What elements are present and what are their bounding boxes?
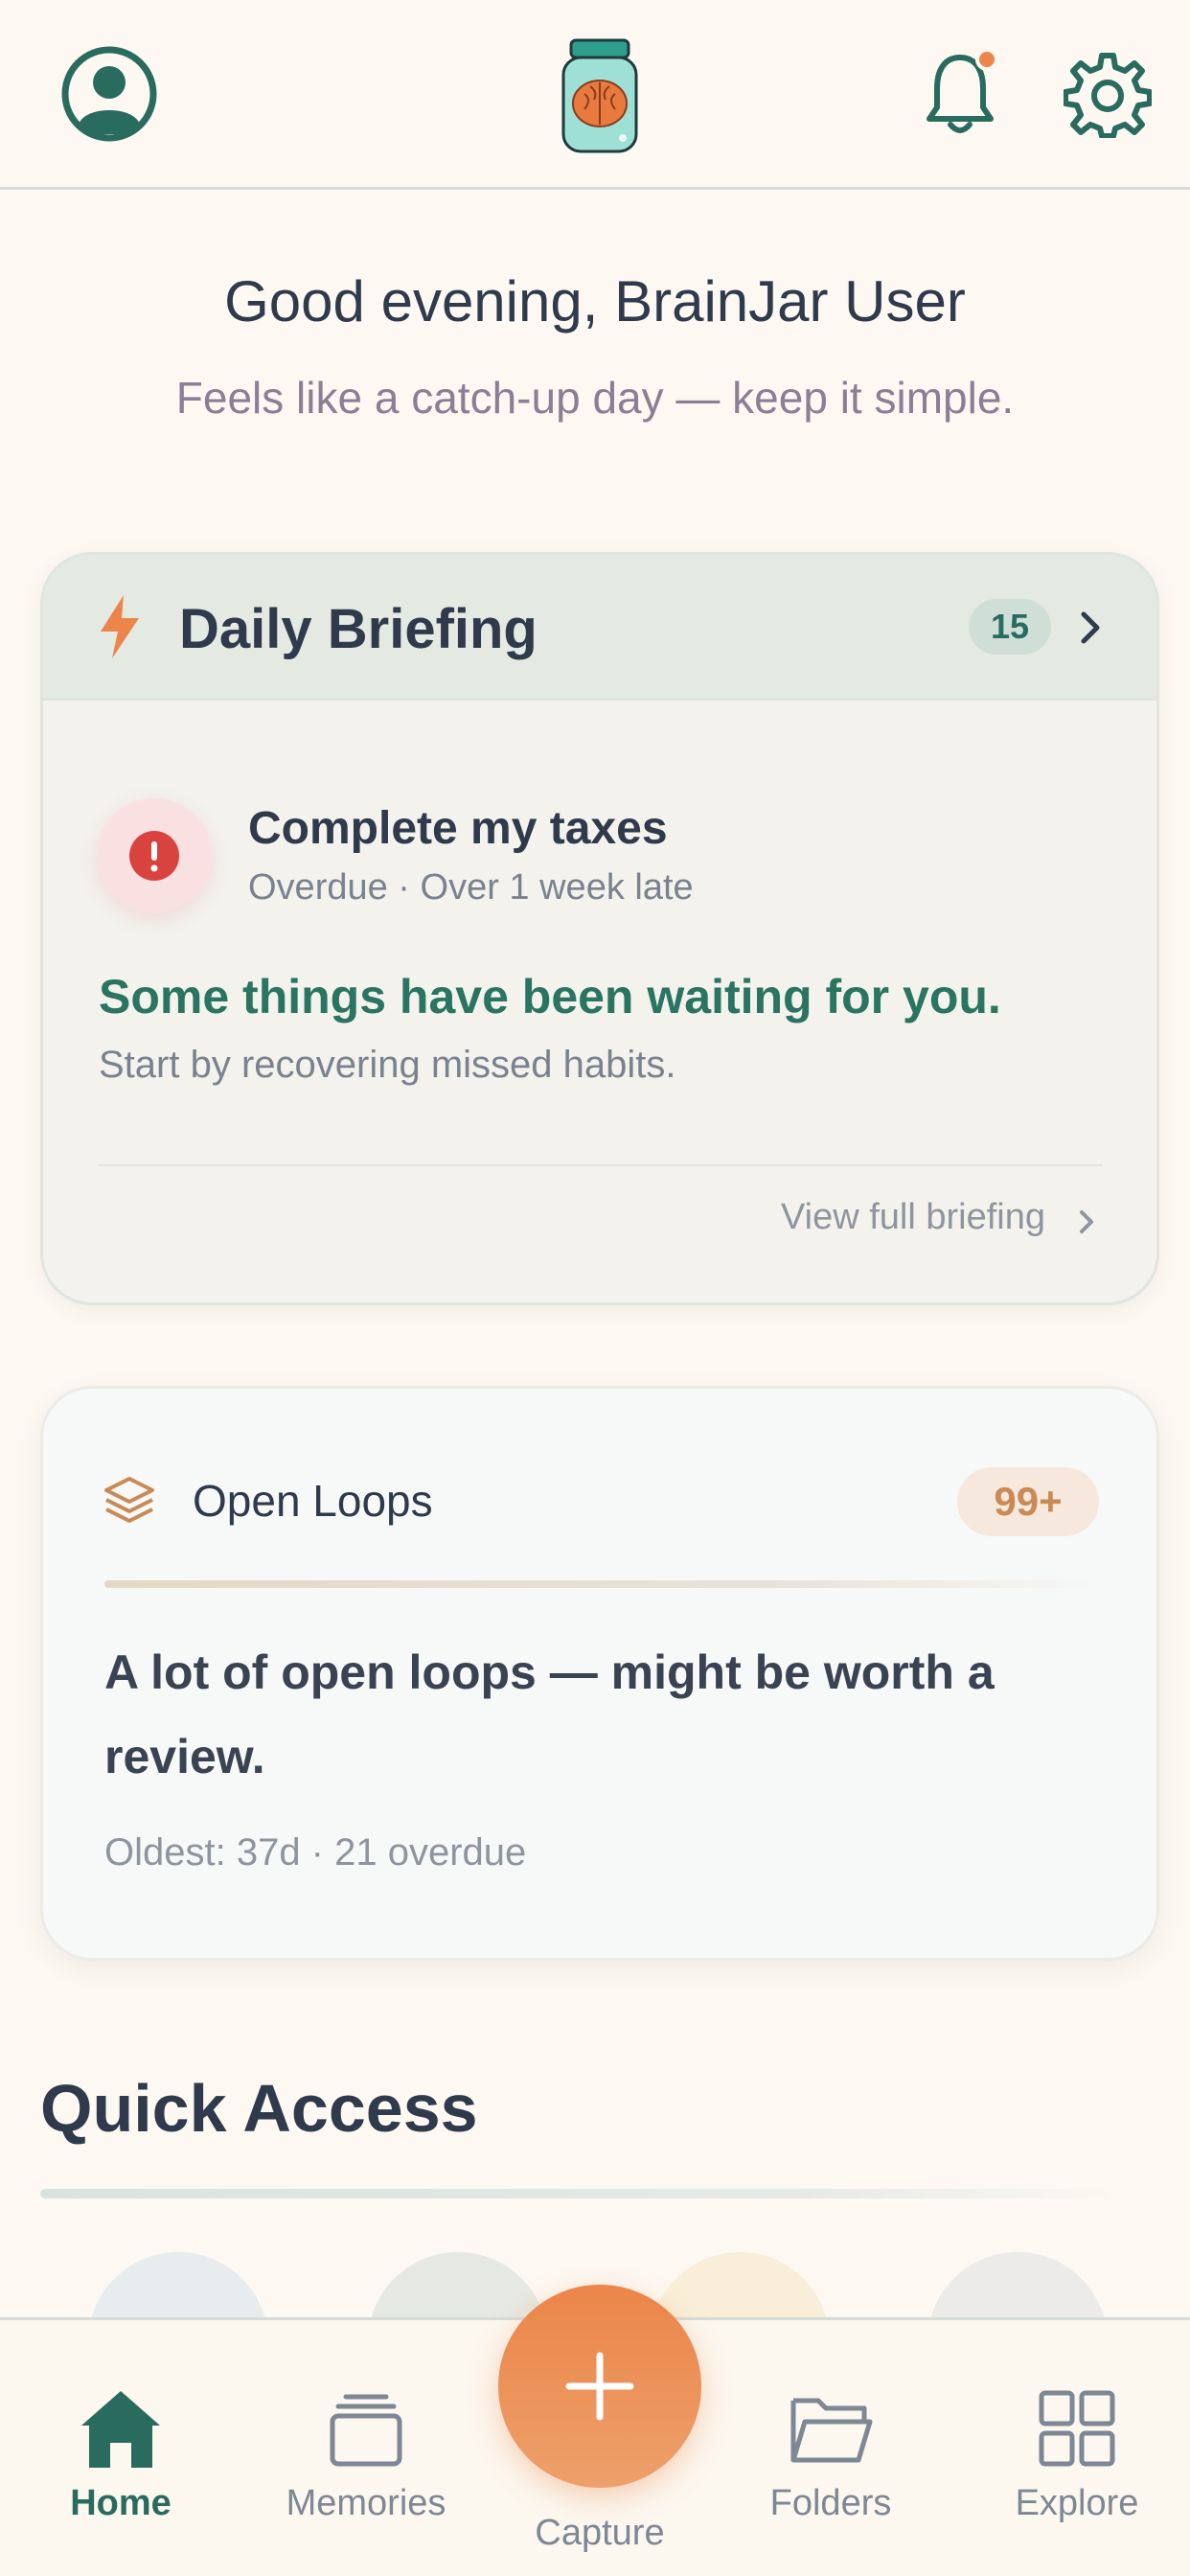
app-logo bbox=[556, 36, 644, 155]
nav-explore[interactable]: Explore bbox=[981, 2387, 1173, 2541]
profile-button[interactable] bbox=[59, 44, 159, 144]
settings-button[interactable] bbox=[1064, 50, 1152, 138]
gear-icon bbox=[1064, 53, 1152, 138]
top-bar bbox=[0, 0, 1190, 190]
nav-memories-label: Memories bbox=[286, 2483, 446, 2523]
open-loops-count-badge: 99+ bbox=[957, 1467, 1099, 1536]
view-full-briefing-link[interactable]: View full briefing bbox=[781, 1197, 1045, 1238]
greeting-subtitle: Feels like a catch-up day — keep it simp… bbox=[175, 373, 1015, 423]
nav-explore-label: Explore bbox=[1015, 2483, 1139, 2523]
briefing-hint: Start by recovering missed habits. bbox=[99, 1044, 676, 1086]
lightning-icon bbox=[101, 595, 139, 658]
plus-icon bbox=[565, 2352, 634, 2421]
nav-home[interactable]: Home bbox=[25, 2387, 217, 2541]
chevron-right-icon[interactable] bbox=[1076, 1205, 1099, 1239]
open-loops-title: Open Loops bbox=[193, 1476, 433, 1526]
bell-icon bbox=[927, 48, 998, 133]
briefing-count-badge: 15 bbox=[969, 599, 1051, 655]
home-icon bbox=[81, 2391, 160, 2468]
daily-briefing-card[interactable]: Daily Briefing 15 Complete my taxes Over… bbox=[40, 552, 1159, 1305]
layers-icon bbox=[104, 1477, 154, 1523]
grid-icon bbox=[1039, 2390, 1115, 2467]
nav-folders-label: Folders bbox=[769, 2483, 892, 2523]
nav-home-label: Home bbox=[70, 2483, 172, 2523]
briefing-title: Daily Briefing bbox=[179, 598, 538, 660]
quick-access-title: Quick Access bbox=[40, 2071, 478, 2146]
divider bbox=[99, 1164, 1103, 1166]
capture-button[interactable] bbox=[498, 2285, 701, 2488]
brain-jar-icon bbox=[561, 38, 638, 153]
notifications-button[interactable] bbox=[920, 48, 1000, 140]
task-status: Overdue · Over 1 week late bbox=[248, 867, 694, 908]
nav-capture-label: Capture bbox=[535, 2513, 665, 2553]
quick-access-divider bbox=[40, 2189, 1123, 2198]
folder-open-icon bbox=[790, 2398, 873, 2463]
open-loops-divider bbox=[104, 1580, 1101, 1588]
task-title[interactable]: Complete my taxes bbox=[248, 802, 668, 855]
open-loops-message: A lot of open loops — might be worth a r… bbox=[104, 1645, 995, 1783]
open-loops-card[interactable]: Open Loops 99+ A lot of open loops — mig… bbox=[40, 1386, 1159, 1961]
open-loops-meta: Oldest: 37d · 21 overdue bbox=[104, 1831, 527, 1874]
greeting-title: Good evening, BrainJar User bbox=[224, 269, 966, 334]
briefing-header[interactable]: Daily Briefing 15 bbox=[43, 555, 1156, 701]
overdue-alert-badge bbox=[97, 798, 212, 913]
user-circle-icon bbox=[61, 46, 157, 142]
nav-folders[interactable]: Folders bbox=[735, 2387, 927, 2541]
alert-icon bbox=[129, 831, 179, 881]
briefing-message: Some things have been waiting for you. bbox=[99, 970, 1001, 1024]
nav-memories[interactable]: Memories bbox=[270, 2387, 462, 2541]
chevron-right-icon[interactable] bbox=[1076, 605, 1107, 651]
memories-stack-icon bbox=[330, 2394, 402, 2467]
